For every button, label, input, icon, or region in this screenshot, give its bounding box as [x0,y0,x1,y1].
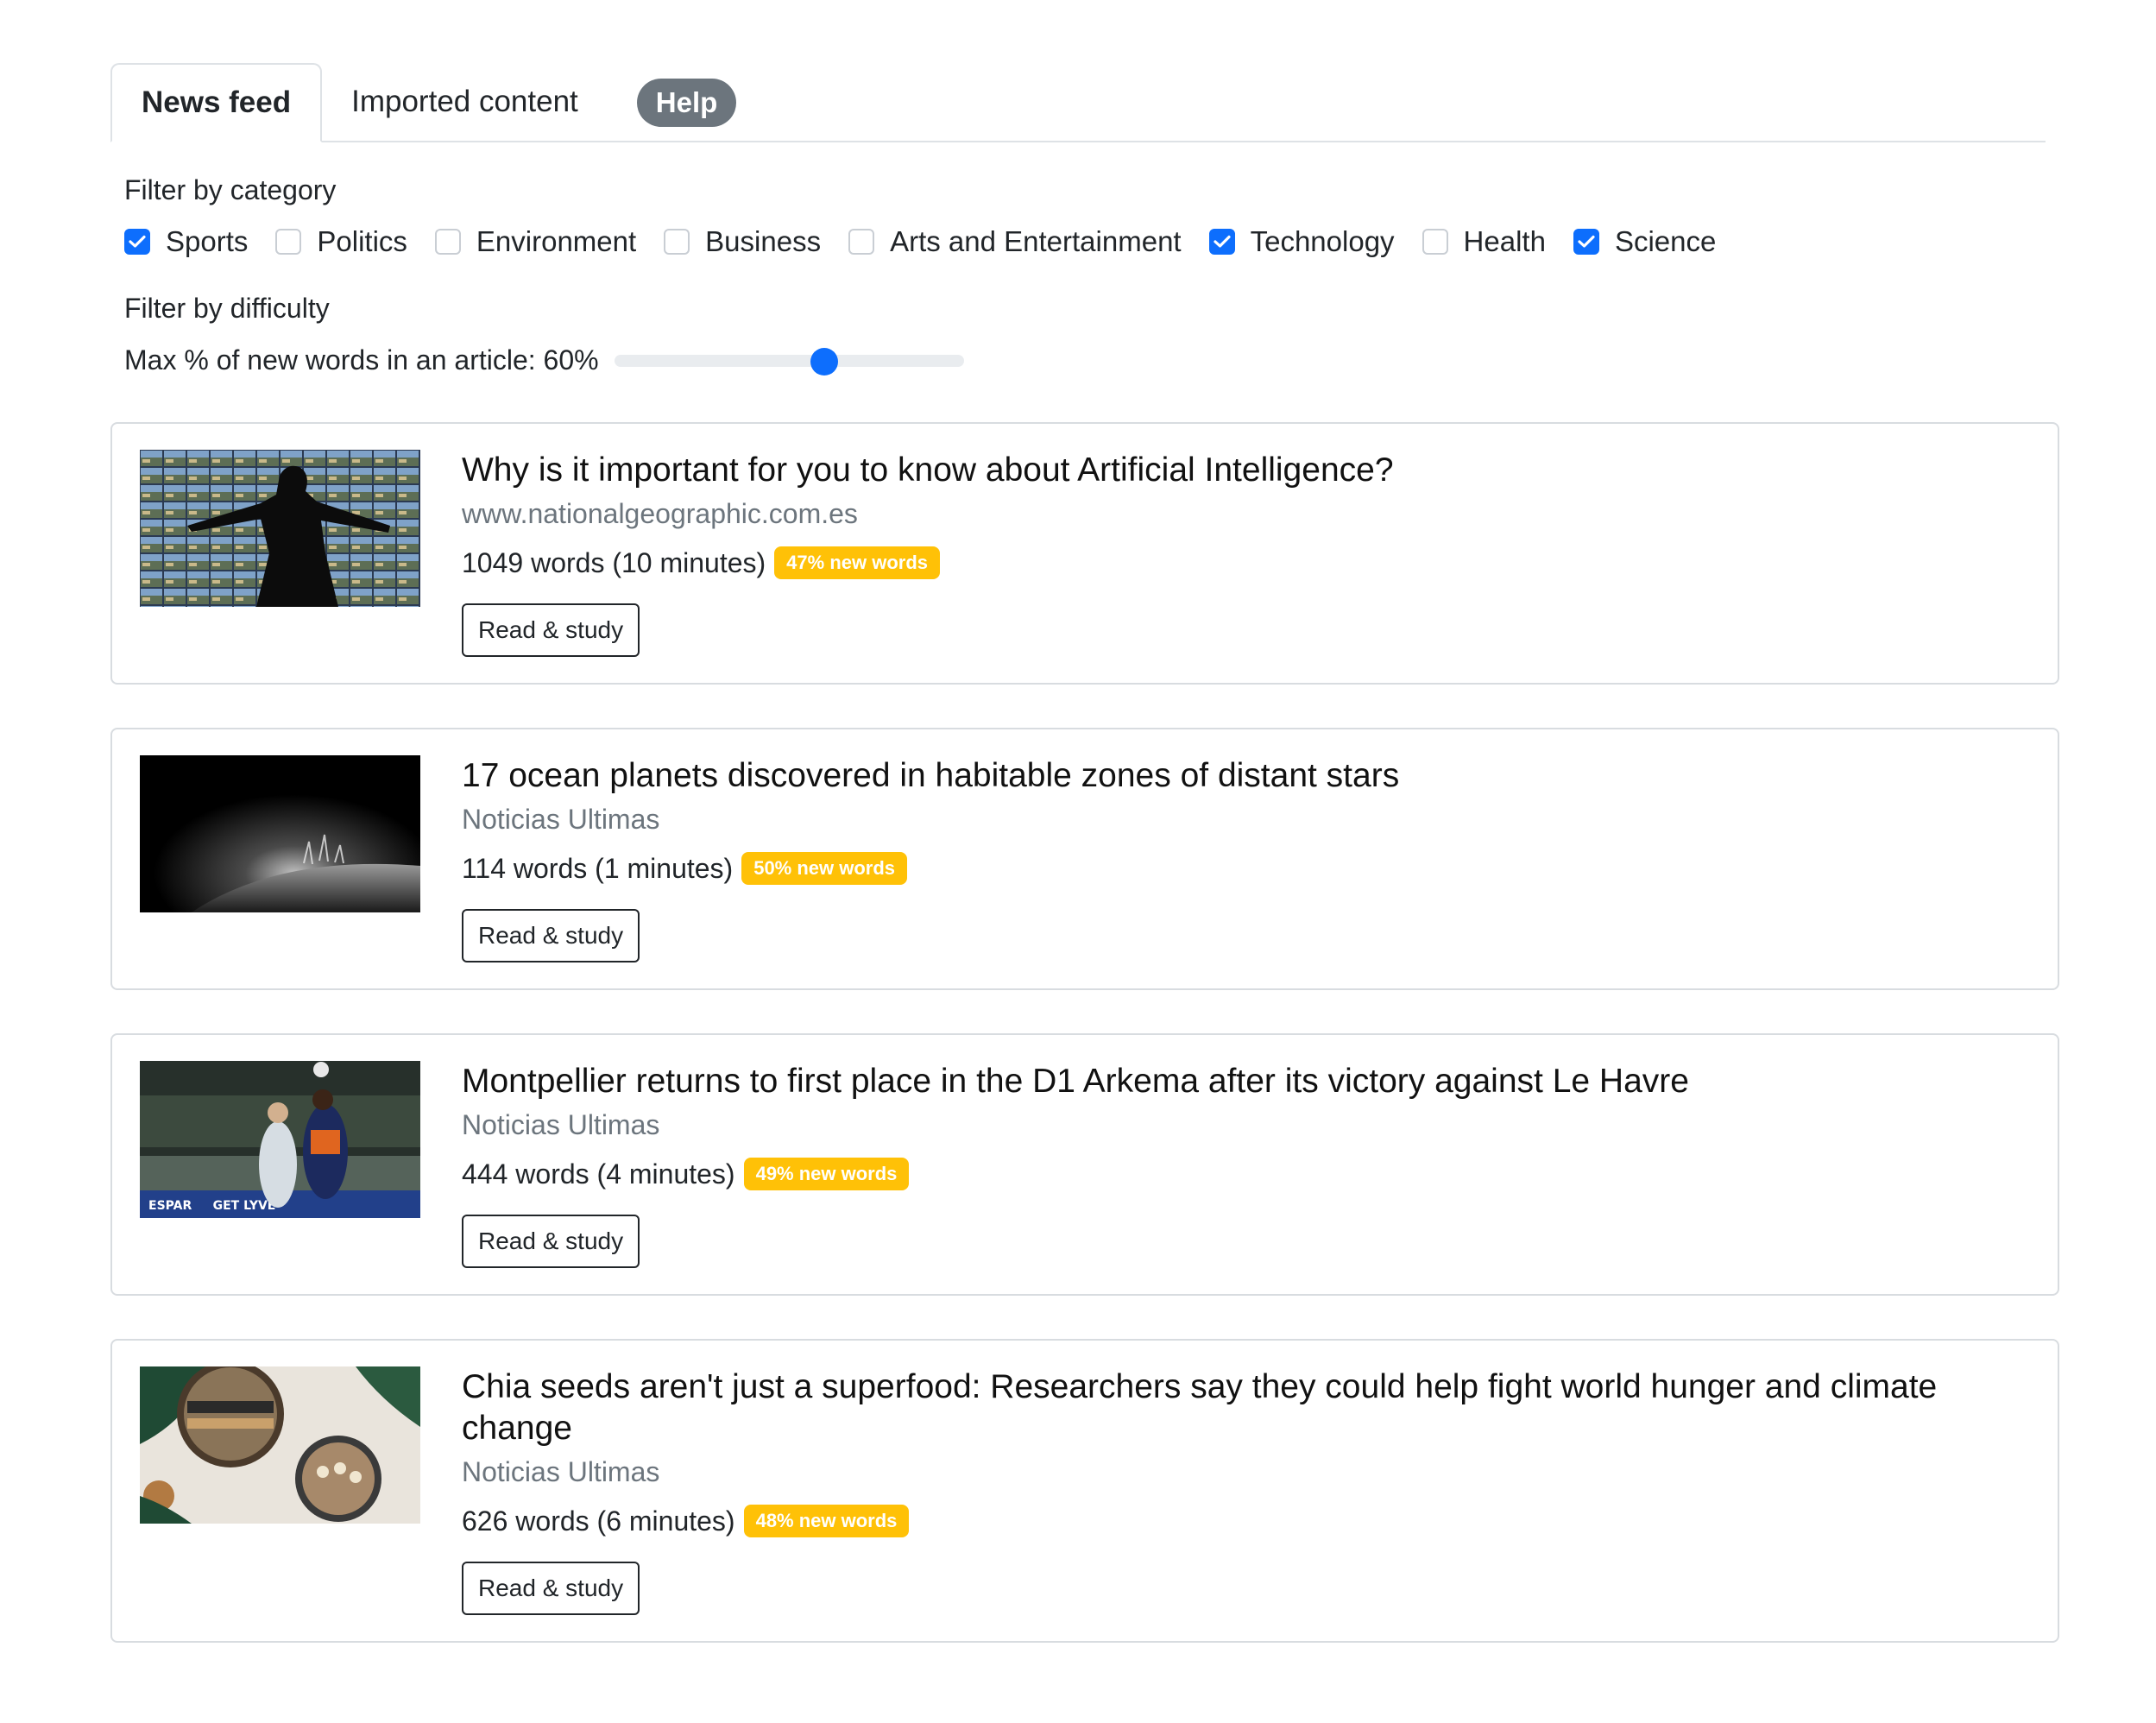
article-title[interactable]: Chia seeds aren't just a superfood: Rese… [462,1366,2030,1449]
page: News feed Imported content Help Filter b… [0,0,2156,1723]
article-meta: 444 words (4 minutes) 49% new words [462,1154,2030,1194]
checkbox[interactable] [1208,229,1235,255]
word-count: 444 words (4 minutes) [462,1158,735,1190]
category-label: Arts and Entertainment [890,225,1182,257]
article-source: www.nationalgeographic.com.es [462,498,858,529]
checkbox[interactable] [434,229,461,255]
slider-track[interactable] [614,355,964,367]
article-content: Why is it important for you to know abou… [462,450,2030,657]
article-card: ESPAR GET LYVE Montpellier returns to fi… [110,1033,2059,1296]
article-meta: 1049 words (10 minutes) 47% new words [462,543,2030,583]
filters-panel: Filter by category Sports Politics Envir… [110,173,2046,379]
new-words-badge: 50% new words [741,852,908,885]
slider-thumb[interactable] [810,348,838,376]
read-study-button[interactable]: Read & study [462,603,640,657]
difficulty-slider[interactable] [614,341,964,379]
article-content: Chia seeds aren't just a superfood: Rese… [462,1366,2030,1615]
read-study-button[interactable]: Read & study [462,1215,640,1268]
soccer-header-image[interactable]: ESPAR GET LYVE [140,1061,420,1218]
article-source: Noticias Ultimas [462,804,660,835]
category-technology[interactable]: Technology [1208,225,1395,258]
read-study-button[interactable]: Read & study [462,1562,640,1615]
category-label: Technology [1250,225,1395,257]
article-content: 17 ocean planets discovered in habitable… [462,755,2030,962]
difficulty-label: Max % of new words in an article: 60% [124,344,599,376]
category-checkbox-row: Sports Politics Environment Business Art… [124,223,2032,261]
article-title[interactable]: Why is it important for you to know abou… [462,450,2030,491]
chia-bowls-image[interactable] [140,1366,420,1524]
category-sports[interactable]: Sports [124,225,248,258]
category-filter-heading: Filter by category [124,174,337,205]
article-card: Why is it important for you to know abou… [110,422,2059,685]
category-label: Sports [166,225,249,257]
category-label: Politics [317,225,407,257]
category-politics[interactable]: Politics [275,225,407,258]
help-button[interactable]: Help [636,79,737,127]
category-arts-entertainment[interactable]: Arts and Entertainment [848,225,1182,258]
new-words-badge: 49% new words [743,1158,910,1190]
category-environment[interactable]: Environment [434,225,637,258]
article-list: Why is it important for you to know abou… [110,422,2059,1643]
article-source: Noticias Ultimas [462,1109,660,1140]
article-meta: 626 words (6 minutes) 48% new words [462,1501,2030,1541]
article-title[interactable]: Montpellier returns to first place in th… [462,1061,2030,1102]
article-card: Chia seeds aren't just a superfood: Rese… [110,1339,2059,1643]
read-study-button[interactable]: Read & study [462,909,640,962]
category-label: Business [705,225,822,257]
category-health[interactable]: Health [1422,225,1546,258]
checkbox[interactable] [1422,229,1448,255]
article-title[interactable]: 17 ocean planets discovered in habitable… [462,755,2030,797]
category-label: Environment [476,225,637,257]
tab-bar: News feed Imported content Help [110,63,2046,142]
article-card: 17 ocean planets discovered in habitable… [110,728,2059,990]
article-meta: 114 words (1 minutes) 50% new words [462,849,2030,888]
word-count: 626 words (6 minutes) [462,1505,735,1537]
category-label: Science [1614,225,1717,257]
svg-text:ESPAR GET LYVE: ESPAR GET LYVE [148,1199,275,1213]
category-business[interactable]: Business [664,225,821,258]
article-source: Noticias Ultimas [462,1456,660,1487]
checkbox[interactable] [848,229,875,255]
word-count: 114 words (1 minutes) [462,853,734,884]
ai-silhouette-screens-image[interactable] [140,450,420,607]
checkbox[interactable] [275,229,302,255]
new-words-badge: 48% new words [743,1505,910,1537]
category-science[interactable]: Science [1573,225,1716,258]
category-label: Health [1463,225,1546,257]
difficulty-filter-heading: Filter by difficulty [124,293,330,324]
checkbox[interactable] [124,229,150,255]
checkbox[interactable] [664,229,690,255]
difficulty-row: Max % of new words in an article: 60% [124,341,2032,379]
tab-news-feed[interactable]: News feed [110,63,323,142]
tab-imported-content[interactable]: Imported content [322,63,608,141]
word-count: 1049 words (10 minutes) [462,547,766,578]
checkbox[interactable] [1573,229,1599,255]
article-content: Montpellier returns to first place in th… [462,1061,2030,1268]
new-words-badge: 47% new words [774,546,941,579]
planet-plumes-image[interactable] [140,755,420,912]
